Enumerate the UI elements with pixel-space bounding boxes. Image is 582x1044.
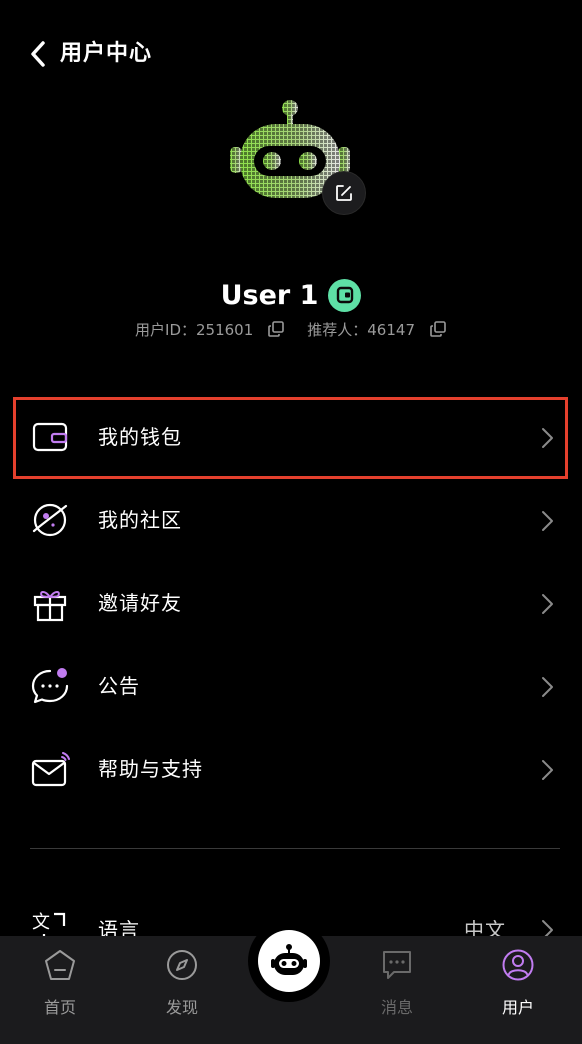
menu-item-help[interactable]: 帮助与支持 (0, 728, 582, 811)
chevron-left-icon (31, 41, 45, 67)
user-name-row: User 1 (0, 273, 582, 317)
tab-label: 用户 (501, 998, 534, 1017)
divider (30, 848, 560, 849)
robot-icon (271, 944, 307, 975)
menu-item-announcement[interactable]: 公告 (0, 645, 582, 728)
user-center-screen: 用户中心 User 1 用户ID：251601 推荐人：46147 我的钱包 我… (0, 0, 582, 1044)
planet-icon (32, 503, 68, 537)
home-icon (45, 950, 75, 980)
menu-item-invite[interactable]: 邀请好友 (0, 562, 582, 645)
tab-discover[interactable]: 发现 (142, 948, 222, 1018)
compass-icon (167, 950, 197, 980)
tab-label: 消息 (380, 998, 413, 1017)
referrer-group: 推荐人：46147 (307, 319, 447, 340)
chat-bubble-icon (31, 668, 69, 704)
copy-referrer-icon[interactable] (429, 320, 447, 338)
tab-messages[interactable]: 消息 (357, 948, 437, 1018)
chevron-right-icon (542, 511, 553, 531)
tab-home[interactable]: 首页 (20, 948, 100, 1018)
menu-item-label: 邀请好友 (98, 591, 182, 615)
wallet-badge-icon[interactable] (328, 278, 362, 312)
menu-item-label: 帮助与支持 (98, 757, 203, 781)
svg-text:文: 文 (32, 912, 50, 933)
user-id-group: 用户ID：251601 (135, 319, 285, 340)
chevron-right-icon (542, 677, 553, 697)
edit-icon (336, 185, 352, 201)
id-row: 用户ID：251601 推荐人：46147 (0, 316, 582, 342)
back-button[interactable] (22, 38, 54, 70)
tab-user[interactable]: 用户 (478, 948, 558, 1018)
gift-icon (33, 591, 67, 622)
chevron-right-icon (542, 760, 553, 780)
menu-item-label: 公告 (98, 674, 140, 698)
center-robot-button[interactable] (248, 920, 330, 1002)
edit-avatar-button[interactable] (322, 171, 366, 215)
chevron-right-icon (542, 594, 553, 614)
user-id-text: 用户ID：251601 (135, 320, 254, 339)
page-title: 用户中心 (60, 41, 153, 66)
referrer-text: 推荐人：46147 (307, 320, 415, 339)
tab-label: 首页 (43, 998, 76, 1017)
menu-item-community[interactable]: 我的社区 (0, 479, 582, 562)
tab-label: 发现 (165, 998, 198, 1017)
copy-user-id-icon[interactable] (267, 320, 285, 338)
header: 用户中心 (0, 26, 582, 82)
message-icon (383, 951, 411, 979)
mail-icon (31, 752, 70, 787)
center-button-inner (258, 930, 320, 992)
selection-highlight (13, 397, 568, 479)
user-name: User 1 (220, 279, 319, 311)
user-icon (502, 949, 534, 981)
menu-item-label: 我的社区 (98, 508, 182, 532)
